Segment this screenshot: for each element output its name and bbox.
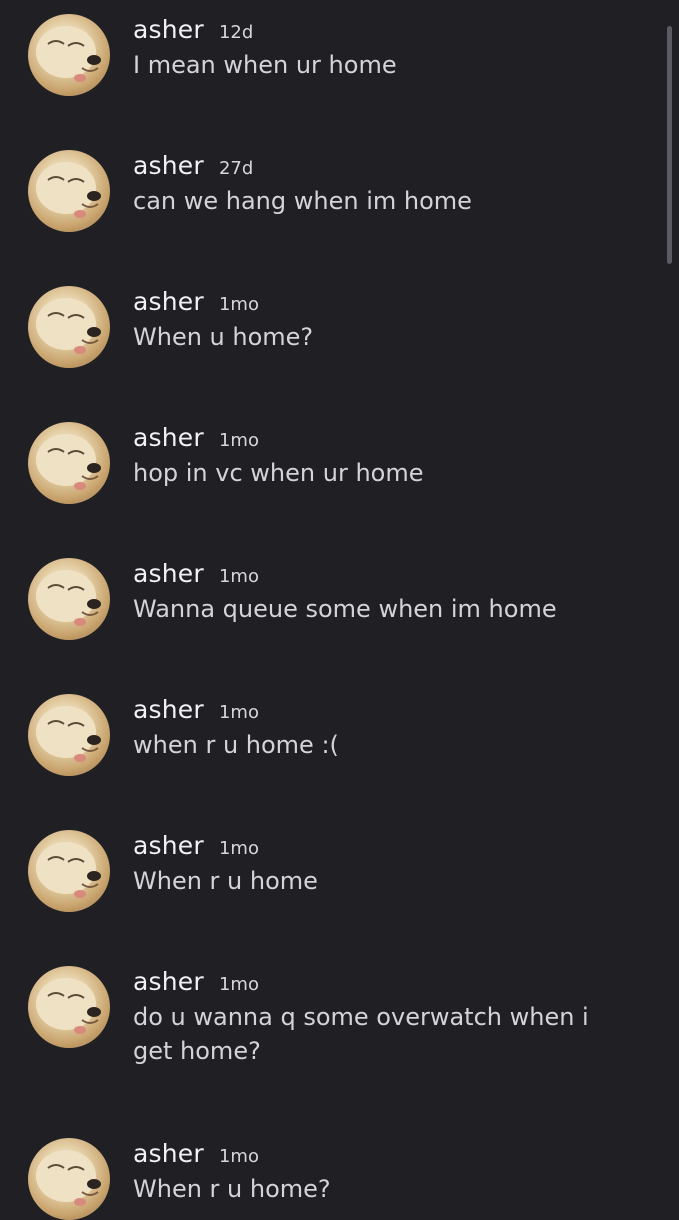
- timestamp: 1mo: [218, 294, 259, 315]
- avatar[interactable]: [28, 286, 110, 368]
- avatar[interactable]: [28, 14, 110, 96]
- dog-avatar-icon: [36, 570, 101, 626]
- author-name[interactable]: asher: [133, 831, 204, 860]
- message-text: When u home?: [133, 323, 314, 351]
- timestamp: 1mo: [218, 974, 259, 995]
- dog-avatar-icon: [36, 298, 101, 354]
- avatar[interactable]: [28, 422, 110, 504]
- author-name[interactable]: asher: [133, 695, 204, 724]
- message-list[interactable]: asher 12d I mean when ur home asher 27d …: [0, 0, 679, 1220]
- timestamp: 1mo: [218, 566, 259, 587]
- message-header: asher 27d: [133, 151, 253, 180]
- avatar[interactable]: [28, 830, 110, 912]
- message-header: asher 1mo: [133, 967, 259, 996]
- timestamp: 1mo: [218, 430, 259, 451]
- message-header: asher 1mo: [133, 695, 259, 724]
- dog-avatar-icon: [36, 26, 101, 82]
- dog-avatar-icon: [36, 978, 101, 1034]
- avatar[interactable]: [28, 966, 110, 1048]
- message-text: do u wanna q some overwatch when i get h…: [133, 1003, 589, 1065]
- avatar[interactable]: [28, 694, 110, 776]
- message-text: hop in vc when ur home: [133, 459, 424, 487]
- message-header: asher 1mo: [133, 559, 259, 588]
- dog-avatar-icon: [36, 434, 101, 490]
- dog-avatar-icon: [36, 706, 101, 762]
- message-header: asher 1mo: [133, 287, 259, 316]
- author-name[interactable]: asher: [133, 287, 204, 316]
- timestamp: 12d: [218, 22, 254, 43]
- avatar[interactable]: [28, 150, 110, 232]
- message-text: Wanna queue some when im home: [133, 595, 557, 623]
- message-text: When r u home: [133, 867, 318, 895]
- avatar[interactable]: [28, 558, 110, 640]
- author-name[interactable]: asher: [133, 151, 204, 180]
- message-text: When r u home?: [133, 1175, 331, 1203]
- author-name[interactable]: asher: [133, 15, 204, 44]
- message-header: asher 12d: [133, 15, 253, 44]
- author-name[interactable]: asher: [133, 559, 204, 588]
- message-text: can we hang when im home: [133, 187, 472, 215]
- message-text: I mean when ur home: [133, 51, 397, 79]
- author-name[interactable]: asher: [133, 423, 204, 452]
- dog-avatar-icon: [36, 162, 101, 218]
- scrollbar[interactable]: [667, 26, 672, 264]
- timestamp: 1mo: [218, 1146, 259, 1167]
- timestamp: 1mo: [218, 702, 259, 723]
- author-name[interactable]: asher: [133, 1139, 204, 1168]
- dog-avatar-icon: [36, 1150, 101, 1206]
- timestamp: 27d: [218, 158, 254, 179]
- message-header: asher 1mo: [133, 831, 259, 860]
- avatar[interactable]: [28, 1138, 110, 1220]
- message-text: when r u home :(: [133, 731, 339, 759]
- dog-avatar-icon: [36, 842, 101, 898]
- message-header: asher 1mo: [133, 423, 259, 452]
- author-name[interactable]: asher: [133, 967, 204, 996]
- message-header: asher 1mo: [133, 1139, 259, 1168]
- timestamp: 1mo: [218, 838, 259, 859]
